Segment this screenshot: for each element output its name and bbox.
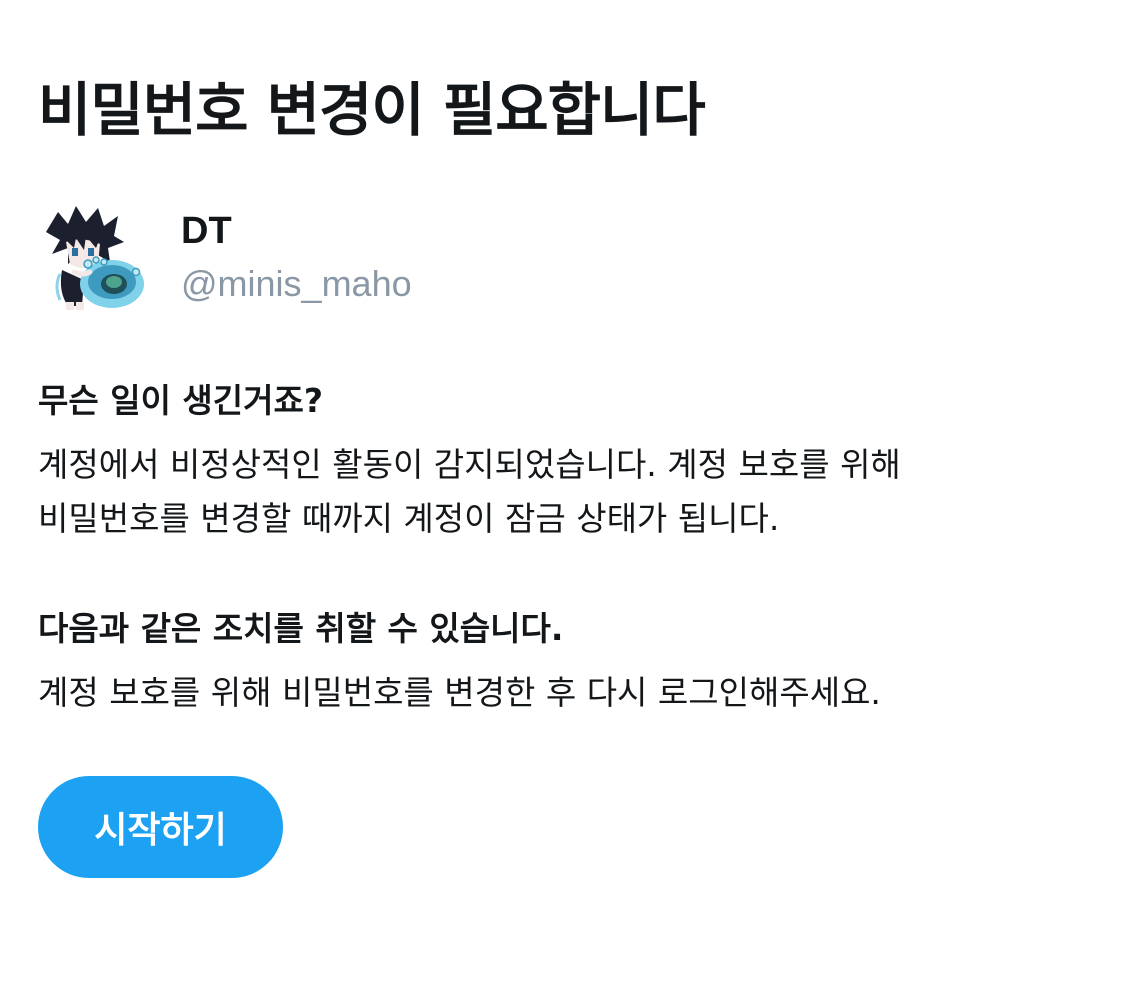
- page-title: 비밀번호 변경이 필요합니다: [38, 76, 706, 144]
- section-heading-what-you-can-do: 다음과 같은 조치를 취할 수 있습니다.: [38, 609, 564, 648]
- start-button[interactable]: 시작하기: [38, 776, 283, 878]
- account-profile: DT @minis_maho: [38, 202, 738, 320]
- body-line: 계정 보호를 위해 비밀번호를 변경한 후 다시 로그인해주세요.: [38, 673, 881, 712]
- section-body-what-you-can-do: 계정 보호를 위해 비밀번호를 변경한 후 다시 로그인해주세요.: [38, 666, 1098, 720]
- display-name: DT: [181, 210, 232, 252]
- account-handle: @minis_maho: [181, 263, 412, 304]
- body-line: 계정에서 비정상적인 활동이 감지되었습니다. 계정 보호를 위해: [38, 445, 901, 484]
- section-heading-what-happened: 무슨 일이 생긴거죠?: [38, 381, 324, 420]
- avatar: [38, 202, 150, 314]
- section-body-what-happened: 계정에서 비정상적인 활동이 감지되었습니다. 계정 보호를 위해 비밀번호를 …: [38, 438, 1098, 546]
- body-line: 비밀번호를 변경할 때까지 계정이 잠금 상태가 됩니다.: [38, 499, 780, 538]
